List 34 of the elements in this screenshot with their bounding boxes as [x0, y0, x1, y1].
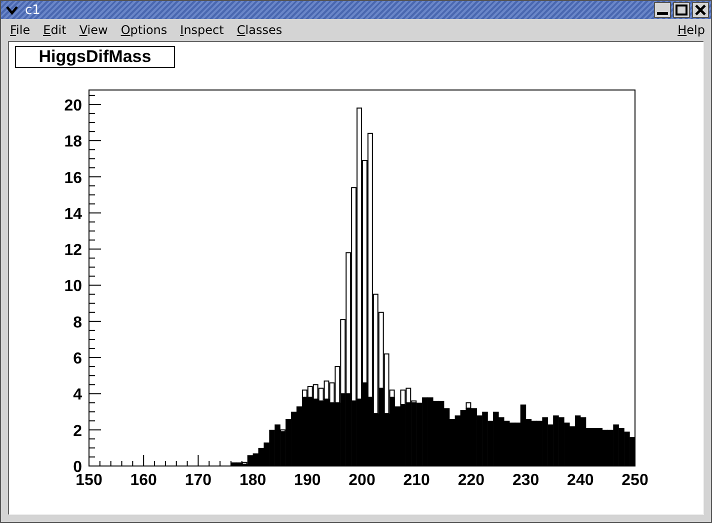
menu-item[interactable]: Edit	[43, 23, 66, 37]
tick-label: 150	[76, 472, 102, 489]
minimize-icon[interactable]	[654, 2, 671, 18]
menu-item[interactable]: Inspect	[180, 23, 224, 37]
tick-label: 16	[64, 170, 82, 187]
tick-label: 160	[130, 472, 157, 489]
tick-label: 6	[73, 350, 82, 368]
chevron-icon[interactable]	[5, 4, 19, 16]
tick-label: 190	[294, 472, 321, 489]
menu-item[interactable]: View	[79, 23, 108, 37]
tick-label: 180	[239, 472, 266, 489]
tick-label: 8	[73, 314, 82, 332]
tick-label: 18	[64, 134, 82, 151]
histogram-title: HiggsDifMass	[15, 46, 175, 68]
menu-item[interactable]: Classes	[236, 23, 282, 37]
tick-label: 20	[64, 97, 82, 114]
tick-label: 10	[64, 278, 82, 296]
tick-label: 12	[64, 242, 82, 260]
window-title: c1	[25, 2, 40, 18]
tick-label: 210	[403, 472, 430, 489]
maximize-icon[interactable]	[673, 2, 690, 18]
menu-item[interactable]: File	[10, 23, 30, 37]
tick-label: 2	[73, 422, 82, 440]
help-menu[interactable]: Help	[678, 23, 705, 37]
tick-label: 170	[184, 472, 212, 489]
tick-label: 220	[458, 472, 485, 489]
close-icon[interactable]	[692, 2, 709, 18]
tick-label: 230	[512, 472, 540, 489]
menu-item[interactable]: Options	[120, 23, 168, 37]
tick-label: 4	[73, 386, 82, 404]
tick-label: 14	[64, 206, 82, 223]
tick-label: 200	[348, 472, 376, 489]
tick-label: 250	[622, 472, 648, 489]
tick-label: 240	[567, 472, 594, 489]
